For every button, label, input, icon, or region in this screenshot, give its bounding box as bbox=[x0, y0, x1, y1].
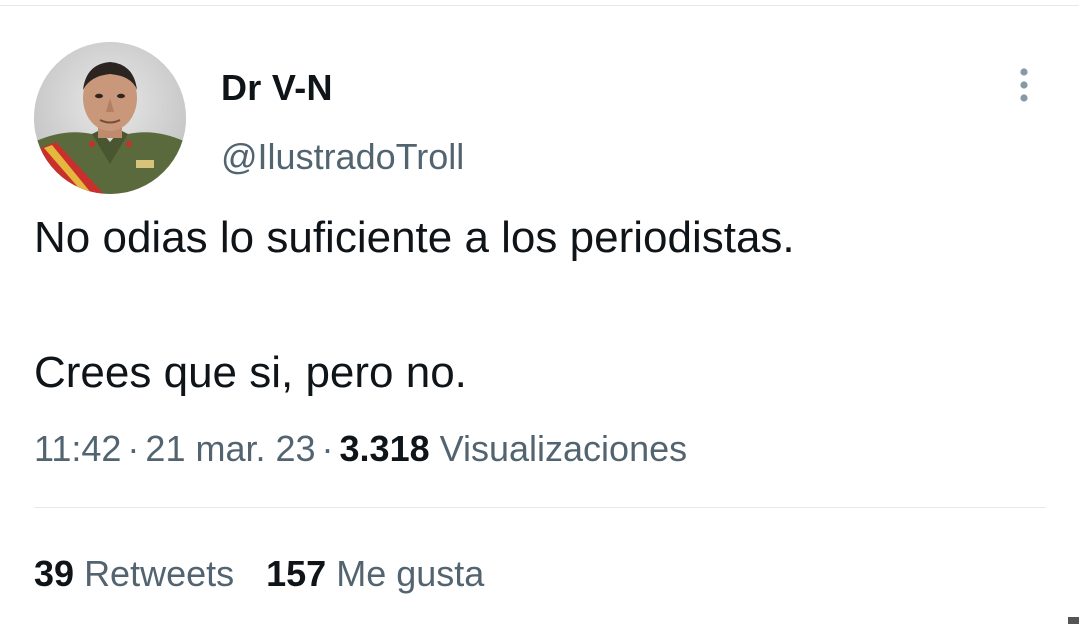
corner-mark bbox=[1068, 617, 1079, 624]
tweet-text-line: No odias lo suficiente a los periodistas… bbox=[34, 213, 795, 262]
divider bbox=[34, 507, 1046, 508]
tweet-date[interactable]: 21 mar. 23 bbox=[145, 428, 315, 469]
tweet-stats: 39 Retweets 157 Me gusta bbox=[34, 551, 484, 597]
author-handle[interactable]: @IlustradoTroll bbox=[221, 135, 464, 179]
tweet-time[interactable]: 11:42 bbox=[34, 428, 121, 469]
meta-separator: · bbox=[321, 428, 334, 469]
views-count[interactable]: 3.318 bbox=[340, 428, 430, 469]
views-label[interactable]: Visualizaciones bbox=[440, 428, 687, 469]
likes-count: 157 bbox=[266, 553, 327, 594]
retweets-label: Retweets bbox=[84, 553, 235, 594]
tweet-meta: 11:42 · 21 mar. 23 · 3.318 Visualizaciones bbox=[34, 426, 687, 472]
retweets-count: 39 bbox=[34, 553, 75, 594]
more-options-button[interactable] bbox=[1008, 66, 1040, 106]
author-display-name[interactable]: Dr V-N bbox=[221, 66, 333, 110]
avatar-photo bbox=[34, 42, 186, 194]
tweet[interactable]: Dr V-N @IlustradoTroll No odias lo sufic… bbox=[0, 0, 1079, 624]
likes-stat[interactable]: 157 Me gusta bbox=[266, 553, 484, 594]
more-vertical-icon bbox=[1020, 68, 1028, 102]
likes-label: Me gusta bbox=[336, 553, 485, 594]
avatar[interactable] bbox=[34, 42, 186, 194]
tweet-text-line: Crees que si, pero no. bbox=[34, 348, 467, 397]
meta-separator: · bbox=[127, 428, 140, 469]
retweets-stat[interactable]: 39 Retweets bbox=[34, 553, 234, 594]
